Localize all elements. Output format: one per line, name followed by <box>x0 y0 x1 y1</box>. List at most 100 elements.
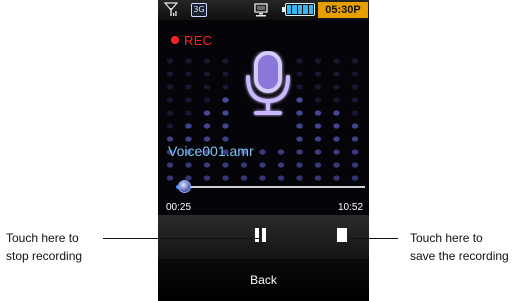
level-dot <box>296 149 303 155</box>
level-dot <box>296 162 303 168</box>
level-dot <box>296 123 303 129</box>
level-dot <box>333 123 340 129</box>
level-dot <box>333 97 340 103</box>
level-dot <box>333 58 340 64</box>
level-dot <box>351 123 359 129</box>
level-dot <box>222 71 229 77</box>
level-dot <box>222 175 229 181</box>
level-dot <box>333 136 340 142</box>
level-dot <box>351 97 359 103</box>
level-dot <box>351 84 359 90</box>
phone-screen: 3G 05:30P REC Voice001.amr 00:25 10:52 B… <box>158 0 369 301</box>
elapsed-time: 00:25 <box>166 202 192 213</box>
pause-icon <box>255 228 259 242</box>
level-dot <box>222 58 229 64</box>
level-dot <box>222 162 229 168</box>
level-dot <box>185 84 192 90</box>
progress-track[interactable] <box>176 186 365 188</box>
level-dot <box>166 84 174 90</box>
level-dot <box>314 58 322 64</box>
stop-icon <box>337 228 347 242</box>
level-dot <box>314 162 322 168</box>
level-dot <box>333 110 340 116</box>
level-dot <box>166 110 174 116</box>
level-dot <box>259 149 266 155</box>
callout-save-line1: Touch here to <box>410 231 483 245</box>
level-dot <box>203 110 211 116</box>
pc-connection-icon <box>254 3 268 17</box>
control-bar <box>158 215 369 259</box>
level-dot <box>277 149 285 155</box>
microphone-icon <box>246 51 290 115</box>
level-dot <box>333 175 340 181</box>
level-dot <box>166 58 174 64</box>
callout-stop: Touch here to stop recording <box>6 229 136 265</box>
level-dot <box>259 162 266 168</box>
level-dot <box>185 162 192 168</box>
level-dot <box>203 97 211 103</box>
back-button[interactable]: Back <box>158 259 369 301</box>
callout-save-line2: save the recording <box>410 249 509 263</box>
level-dot <box>296 71 303 77</box>
level-dot <box>351 149 359 155</box>
level-dot <box>240 162 248 168</box>
level-dot <box>203 58 211 64</box>
level-dot <box>203 71 211 77</box>
level-dot <box>203 162 211 168</box>
battery-icon <box>282 3 315 16</box>
level-dot <box>314 175 322 181</box>
level-dot <box>314 97 322 103</box>
level-dot <box>185 123 192 129</box>
level-dot <box>185 97 192 103</box>
level-dot <box>277 162 285 168</box>
pause-icon <box>262 228 266 242</box>
status-bar: 3G 05:30P <box>158 0 369 20</box>
level-dot <box>314 136 322 142</box>
level-dot <box>222 123 229 129</box>
level-dot <box>203 123 211 129</box>
level-dot <box>296 97 303 103</box>
level-dot <box>240 175 248 181</box>
level-dot <box>351 71 359 77</box>
level-dot <box>296 110 303 116</box>
level-dot <box>314 71 322 77</box>
level-dot <box>296 58 303 64</box>
level-dot <box>222 110 229 116</box>
level-dot <box>351 162 359 168</box>
progress-handle[interactable] <box>177 180 191 193</box>
rec-dot-icon <box>171 36 179 44</box>
callout-save: Touch here to save the recording <box>410 229 525 265</box>
level-dot <box>277 175 285 181</box>
level-dot <box>351 58 359 64</box>
callout-save-leader <box>347 238 398 239</box>
status-time: 05:30P <box>318 2 368 18</box>
total-time: 10:52 <box>338 202 364 213</box>
level-dot <box>166 162 174 168</box>
recording-filename: Voice001.amr <box>168 143 254 159</box>
level-dot <box>333 149 340 155</box>
level-dot <box>185 110 192 116</box>
level-dot <box>166 123 174 129</box>
rec-indicator: REC <box>171 33 212 48</box>
level-dot <box>314 149 322 155</box>
level-dot <box>222 136 229 142</box>
callout-stop-line2: stop recording <box>6 249 83 263</box>
level-dot <box>185 71 192 77</box>
level-dot <box>296 136 303 142</box>
rec-label: REC <box>184 33 213 48</box>
level-dot <box>185 58 192 64</box>
stop-button[interactable] <box>328 228 348 248</box>
level-dot <box>314 84 322 90</box>
level-dot <box>296 175 303 181</box>
level-dot <box>333 162 340 168</box>
callout-stop-leader <box>103 238 259 239</box>
level-dot <box>222 97 229 103</box>
signal-bars-icon <box>164 2 178 16</box>
level-dot <box>166 71 174 77</box>
level-dot <box>314 123 322 129</box>
level-dot <box>333 71 340 77</box>
level-dot <box>259 175 266 181</box>
level-dot <box>222 84 229 90</box>
level-dot <box>333 84 340 90</box>
level-dot <box>351 110 359 116</box>
